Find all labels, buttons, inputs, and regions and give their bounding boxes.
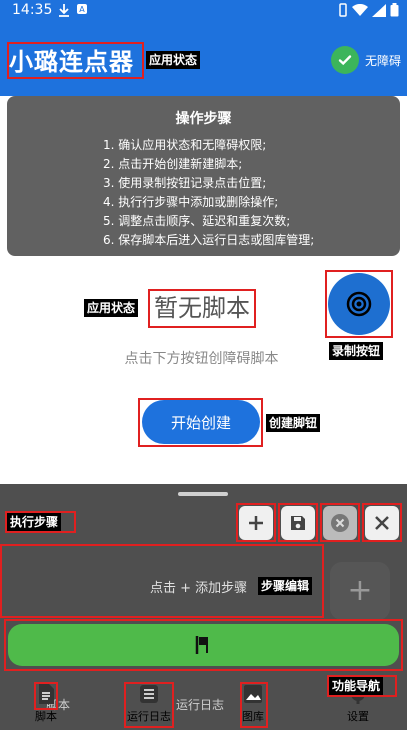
- accessibility-status[interactable]: 无障碍: [330, 46, 401, 74]
- annotation-app-state-header: 应用状态: [146, 51, 201, 69]
- step-item: 5. 调整点击顺序、延迟和重复次数;: [103, 214, 291, 228]
- notification-icon: A: [77, 4, 87, 14]
- steps-list: 1. 确认应用状态和无障碍权限; 2. 点击开始创建新建脚本; 3. 使用录制按…: [103, 136, 314, 250]
- highlight-add-step: [236, 503, 276, 542]
- highlight-empty-title: [148, 289, 256, 328]
- status-right-icons: [338, 3, 399, 17]
- highlight-record-button: [325, 270, 393, 338]
- wifi-icon: [352, 3, 368, 16]
- status-time: 14:35: [12, 2, 53, 18]
- highlight-app-title: [7, 42, 144, 79]
- check-circle-icon: [330, 46, 359, 74]
- nav-ghost-label: 运行日志: [176, 698, 225, 712]
- highlight-nav-scripts: [34, 682, 58, 710]
- signal-icon: [372, 3, 386, 17]
- nav-label: 设置: [347, 710, 369, 723]
- ghost-add-fab[interactable]: +: [330, 562, 390, 620]
- annotation-app-state-empty: 应用状态: [84, 299, 139, 317]
- battery-icon: [390, 3, 399, 17]
- steps-panel: 操作步骤 1. 确认应用状态和无障碍权限; 2. 点击开始创建新建脚本; 3. …: [7, 96, 400, 256]
- highlight-cancel: [320, 503, 360, 542]
- highlight-nav-annotation: [327, 675, 397, 697]
- accessibility-label: 无障碍: [364, 53, 401, 68]
- step-item: 1. 确认应用状态和无障碍权限;: [103, 138, 267, 152]
- annotation-create-button: 创建脚钮: [266, 414, 321, 432]
- highlight-close: [362, 503, 402, 542]
- vibrate-icon: [339, 3, 347, 17]
- highlight-nav-gallery: [240, 682, 268, 728]
- drag-handle[interactable]: [178, 492, 228, 496]
- step-item: 4. 执行行步骤中添加或删除操作;: [103, 195, 279, 209]
- download-icon: [59, 4, 69, 17]
- step-item: 2. 点击开始创建新建脚本;: [103, 157, 243, 171]
- highlight-nav-runlog: [124, 682, 174, 728]
- steps-title: 操作步骤: [175, 111, 232, 127]
- highlight-create-button: [138, 398, 263, 447]
- svg-text:A: A: [79, 5, 85, 14]
- step-item: 6. 保存脚本后进入运行日志或图库管理;: [103, 233, 315, 247]
- step-item: 3. 使用录制按钮记录点击位置;: [103, 176, 267, 190]
- nav-label: 脚本: [35, 710, 57, 723]
- highlight-save: [278, 503, 318, 542]
- highlight-run-bar: [4, 619, 403, 671]
- annotation-step-edit: 步骤编辑: [258, 577, 313, 595]
- status-left-icons: A: [58, 3, 88, 17]
- annotation-record-button: 录制按钮: [329, 342, 384, 360]
- highlight-execute-steps: [5, 511, 76, 533]
- status-bar: 14:35 A: [0, 0, 407, 22]
